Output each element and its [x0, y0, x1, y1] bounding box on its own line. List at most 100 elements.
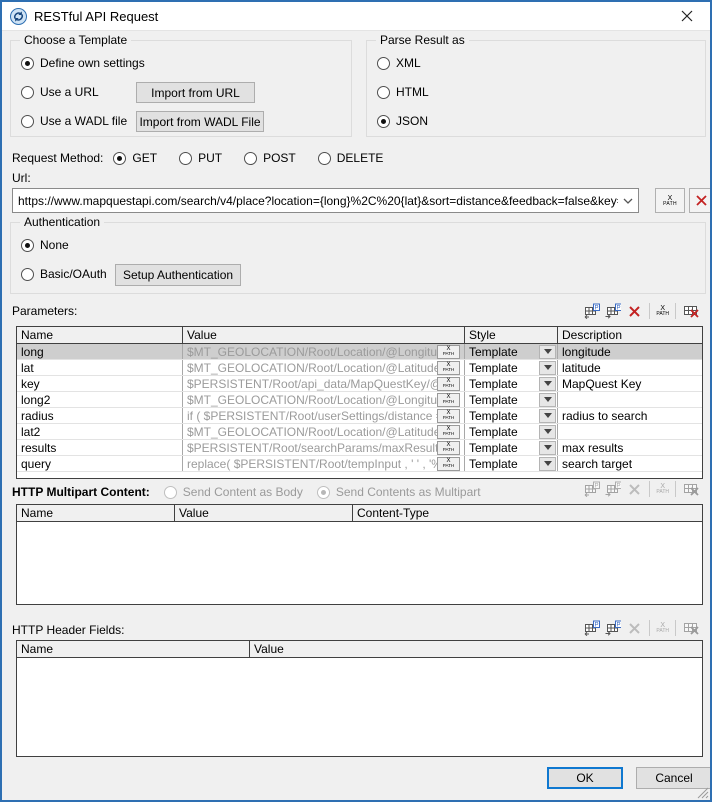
parameter-description-cell[interactable]: max results [558, 440, 702, 455]
parameter-description-cell[interactable]: radius to search [558, 408, 702, 423]
parameter-style-select[interactable]: Template [465, 456, 558, 471]
radio-xml[interactable]: XML [377, 56, 421, 70]
radio-use-a-url[interactable]: Use a URL [21, 85, 99, 99]
append-parameter-button[interactable]: P [583, 303, 601, 320]
parameter-value-cell[interactable]: $PERSISTENT/Root/searchParams/maxResults… [183, 440, 465, 455]
radio-html[interactable]: HTML [377, 85, 429, 99]
cell-xpath-button[interactable]: XPATH [437, 393, 460, 407]
parameter-style-select[interactable]: Template [465, 440, 558, 455]
import-from-url-button[interactable]: Import from URL [136, 82, 255, 103]
parameter-value-cell[interactable]: $MT_GEOLOCATION/Root/Location/@LatitudeX… [183, 424, 465, 439]
radio-get[interactable]: GET [113, 151, 157, 165]
radio-use-a-wadl-file[interactable]: Use a WADL file [21, 114, 127, 128]
resize-grip[interactable] [695, 785, 709, 799]
parameter-description-cell[interactable]: longitude [558, 344, 702, 359]
append-header-field-button[interactable]: P [583, 620, 601, 637]
parameter-style-select[interactable]: Template [465, 392, 558, 407]
parameter-row[interactable]: key$PERSISTENT/Root/api_data/MapQuestKey… [17, 376, 702, 392]
column-header[interactable]: Value [175, 505, 353, 521]
parameter-value-cell[interactable]: $PERSISTENT/Root/api_data/MapQuestKey/@k… [183, 376, 465, 391]
parameter-value-cell[interactable]: if ( $PERSISTENT/Root/userSettings/dista… [183, 408, 465, 423]
parameter-name-cell[interactable]: long2 [17, 392, 183, 407]
parameter-row[interactable]: long$MT_GEOLOCATION/Root/Location/@Longi… [17, 344, 702, 360]
style-dropdown-button[interactable] [539, 377, 556, 391]
setup-authentication-button[interactable]: Setup Authentication [115, 264, 241, 286]
parameter-description-cell[interactable] [558, 424, 702, 439]
url-dropdown-button[interactable] [618, 189, 638, 212]
parameter-value-cell[interactable]: replace( $PERSISTENT/Root/tempInput , ' … [183, 456, 465, 471]
parameter-name-cell[interactable]: lat [17, 360, 183, 375]
parameter-row[interactable]: lat2$MT_GEOLOCATION/Root/Location/@Latit… [17, 424, 702, 440]
cell-xpath-button[interactable]: XPATH [437, 441, 460, 455]
parameter-row[interactable]: results$PERSISTENT/Root/searchParams/max… [17, 440, 702, 456]
style-dropdown-button[interactable] [539, 361, 556, 375]
parameter-name-cell[interactable]: lat2 [17, 424, 183, 439]
parameter-style-select[interactable]: Template [465, 360, 558, 375]
parameters-xpath-button[interactable]: X PATH [656, 305, 669, 317]
parameter-name-cell[interactable]: key [17, 376, 183, 391]
insert-header-field-button[interactable]: P [604, 620, 622, 637]
cell-xpath-button[interactable]: XPATH [437, 409, 460, 423]
parameter-row[interactable]: queryreplace( $PERSISTENT/Root/tempInput… [17, 456, 702, 472]
cell-xpath-button[interactable]: XPATH [437, 425, 460, 439]
ok-button[interactable]: OK [547, 767, 623, 789]
style-dropdown-button[interactable] [539, 441, 556, 455]
parameter-description-cell[interactable]: latitude [558, 360, 702, 375]
parameter-style-select[interactable]: Template [465, 376, 558, 391]
delete-all-parameters-button[interactable] [682, 303, 700, 320]
style-dropdown-button[interactable] [539, 409, 556, 423]
parameter-value-cell[interactable]: $MT_GEOLOCATION/Root/Location/@Longitude… [183, 344, 465, 359]
parameter-description-cell[interactable]: search target [558, 456, 702, 471]
radio-json[interactable]: JSON [377, 114, 428, 128]
parameter-value-cell[interactable]: $MT_GEOLOCATION/Root/Location/@Longitude… [183, 392, 465, 407]
parameter-row[interactable]: long2$MT_GEOLOCATION/Root/Location/@Long… [17, 392, 702, 408]
column-header[interactable]: Name [17, 641, 250, 657]
column-header[interactable]: Style [465, 327, 558, 343]
parameter-style-select[interactable]: Template [465, 408, 558, 423]
url-combobox[interactable]: https://www.mapquestapi.com/search/v4/pl… [12, 188, 639, 213]
radio-icon [377, 57, 390, 70]
parameter-description-cell[interactable]: MapQuest Key [558, 376, 702, 391]
cell-xpath-button[interactable]: XPATH [437, 345, 460, 359]
header-fields-table-body[interactable] [17, 658, 702, 756]
column-header[interactable]: Value [183, 327, 465, 343]
radio-define-own-settings[interactable]: Define own settings [21, 56, 145, 70]
radio-put[interactable]: PUT [179, 151, 222, 165]
radio-auth-basic-oauth[interactable]: Basic/OAuth [21, 267, 107, 281]
parameter-style-select[interactable]: Template [465, 424, 558, 439]
parameter-name-cell[interactable]: results [17, 440, 183, 455]
insert-parameter-button[interactable]: P [604, 303, 622, 320]
parameter-value-cell[interactable]: $MT_GEOLOCATION/Root/Location/@LatitudeX… [183, 360, 465, 375]
header-fields-toolbar: P P X PATH [583, 619, 700, 637]
radio-label: POST [263, 151, 296, 165]
style-dropdown-button[interactable] [539, 457, 556, 471]
close-button[interactable] [668, 2, 706, 30]
import-from-wadl-button[interactable]: Import from WADL File [136, 111, 264, 132]
cell-xpath-button[interactable]: XPATH [437, 361, 460, 375]
url-xpath-button[interactable]: X PATH [655, 188, 685, 213]
delete-parameter-button[interactable] [625, 303, 643, 320]
column-header[interactable]: Description [558, 327, 702, 343]
parameter-name-cell[interactable]: long [17, 344, 183, 359]
url-clear-button[interactable] [689, 188, 712, 213]
radio-post[interactable]: POST [244, 151, 296, 165]
parameter-description-cell[interactable] [558, 392, 702, 407]
cell-xpath-button[interactable]: XPATH [437, 377, 460, 391]
column-header[interactable]: Name [17, 327, 183, 343]
parameter-name-cell[interactable]: radius [17, 408, 183, 423]
parameter-row[interactable]: lat$MT_GEOLOCATION/Root/Location/@Latitu… [17, 360, 702, 376]
authentication-group: Authentication None Basic/OAuth Setup Au… [10, 222, 706, 294]
column-header[interactable]: Content-Type [353, 505, 702, 521]
style-dropdown-button[interactable] [539, 425, 556, 439]
multipart-table-body[interactable] [17, 522, 702, 604]
cell-xpath-button[interactable]: XPATH [437, 457, 460, 471]
radio-delete[interactable]: DELETE [318, 151, 384, 165]
parameter-name-cell[interactable]: query [17, 456, 183, 471]
parameter-style-select[interactable]: Template [465, 344, 558, 359]
style-dropdown-button[interactable] [539, 393, 556, 407]
column-header[interactable]: Value [250, 641, 702, 657]
parameter-row[interactable]: radiusif ( $PERSISTENT/Root/userSettings… [17, 408, 702, 424]
radio-auth-none[interactable]: None [21, 238, 69, 252]
style-dropdown-button[interactable] [539, 345, 556, 359]
column-header[interactable]: Name [17, 505, 175, 521]
